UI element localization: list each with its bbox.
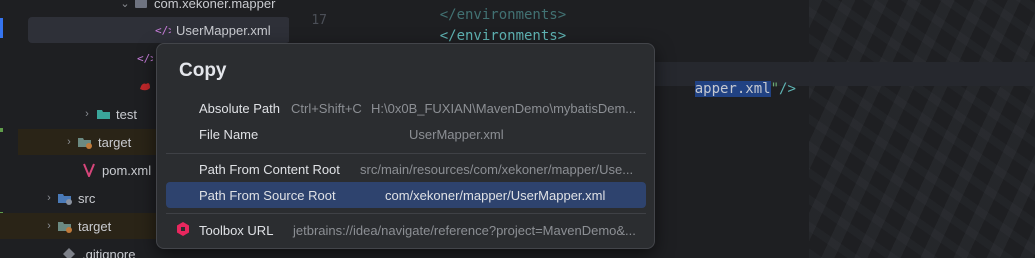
tree-item-label: pom.xml	[102, 162, 152, 178]
item-label: Path From Content Root	[199, 162, 340, 177]
item-label: Path From Source Root	[199, 188, 336, 203]
chevron-right-icon[interactable]: ›	[80, 108, 94, 120]
xml-tag: />	[779, 81, 796, 97]
chevron-right-icon[interactable]: ›	[42, 220, 56, 232]
item-label: Absolute Path	[199, 101, 280, 116]
tree-item-package[interactable]: ⌄ com.xekoner.mapper	[118, 0, 275, 16]
copy-path-from-content-root-item[interactable]: Path From Content Root src/main/resource…	[166, 156, 646, 182]
maven-icon	[80, 162, 98, 178]
xml-file-icon: </>	[154, 22, 172, 38]
item-value: H:\0x0B_FUXIAN\MavenDemo\mybatisDem...	[371, 101, 637, 116]
folder-icon	[94, 106, 112, 122]
tree-item-pom-xml[interactable]: pom.xml	[80, 157, 151, 183]
tree-item-src[interactable]: › src	[42, 185, 95, 211]
svg-text:</>: </>	[137, 52, 153, 65]
chevron-down-icon[interactable]: ⌄	[118, 0, 132, 10]
toolbox-icon	[176, 222, 190, 236]
code-line[interactable]: apper.xml"/>	[661, 65, 796, 113]
selected-text: apper.xml	[694, 81, 771, 97]
chevron-right-icon[interactable]: ›	[62, 136, 76, 148]
gitignore-icon	[60, 246, 78, 258]
package-icon	[132, 0, 150, 11]
tree-item-gitignore[interactable]: .gitignore	[60, 241, 135, 258]
separator	[166, 213, 646, 214]
copy-file-name-item[interactable]: File Name UserMapper.xml	[166, 121, 646, 147]
excluded-folder-icon	[76, 134, 94, 150]
item-value: src/main/resources/com/xekoner/mapper/Us…	[360, 162, 634, 177]
item-value: UserMapper.xml	[409, 127, 504, 142]
excluded-folder-icon	[56, 218, 74, 234]
chevron-right-icon[interactable]: ›	[42, 192, 56, 204]
tree-item-usermapper-xml[interactable]: </> UserMapper.xml	[28, 17, 289, 43]
item-value: com/xekoner/mapper/UserMapper.xml	[385, 188, 606, 203]
source-folder-icon	[56, 190, 74, 206]
selection-gutter-mark	[0, 18, 3, 38]
tree-item-mybatis[interactable]	[136, 73, 158, 99]
tree-item-test[interactable]: › test	[80, 101, 137, 127]
string-quote: "	[770, 81, 780, 97]
tree-item-xml[interactable]: </>	[136, 45, 158, 71]
copy-toolbox-url-item[interactable]: Toolbox URL jetbrains://idea/navigate/re…	[166, 217, 646, 243]
separator	[166, 153, 646, 154]
copy-popup: Copy Absolute Path Ctrl+Shift+C H:\0x0B_…	[156, 43, 655, 249]
item-label: Toolbox URL	[199, 223, 274, 238]
item-value: jetbrains://idea/navigate/reference?proj…	[293, 223, 636, 238]
xml-tag: </environments>	[439, 28, 567, 44]
popup-title: Copy	[179, 60, 227, 81]
item-label: File Name	[199, 127, 259, 142]
copy-path-from-source-root-item[interactable]: Path From Source Root com/xekoner/mapper…	[166, 182, 646, 208]
item-shortcut: Ctrl+Shift+C	[291, 101, 362, 116]
xml-file-icon: </>	[136, 50, 154, 66]
editor-background-image	[809, 0, 1035, 258]
mybatis-icon	[136, 78, 154, 94]
svg-text:</>: </>	[155, 24, 171, 37]
tree-item-label: target	[98, 134, 132, 150]
tree-item-label: .gitignore	[82, 246, 136, 258]
copy-absolute-path-item[interactable]: Absolute Path Ctrl+Shift+C H:\0x0B_FUXIA…	[166, 95, 646, 121]
change-gutter-mark	[0, 128, 3, 132]
tree-item-label: target	[78, 218, 112, 234]
tree-item-label: com.xekoner.mapper	[154, 0, 276, 11]
tree-item-label: UserMapper.xml	[176, 22, 271, 38]
tree-item-label: test	[116, 106, 137, 122]
tree-item-label: src	[78, 190, 96, 206]
line-number: 17	[311, 13, 327, 28]
